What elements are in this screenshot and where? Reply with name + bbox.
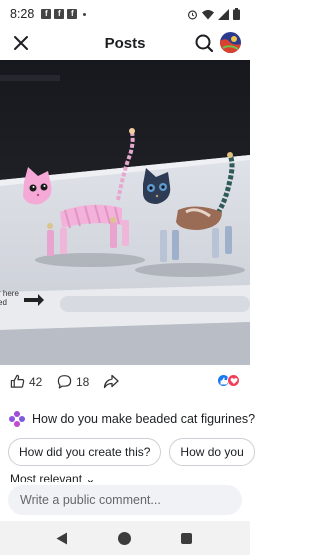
reaction-summary[interactable] [217, 374, 240, 387]
share-icon [103, 374, 119, 389]
thumbs-up-icon [10, 374, 25, 388]
suggestion-chip[interactable]: How do you [169, 438, 255, 466]
comment-count: 18 [76, 374, 90, 389]
comment-input[interactable]: Write a public comment... [8, 485, 242, 515]
suggestion-chip[interactable]: How did you create this? [8, 438, 162, 466]
status-time: 8:28 [10, 7, 35, 21]
facebook-notification-icon: f [41, 9, 52, 19]
chevron-down-icon: ⌄ [85, 472, 96, 482]
reaction-bar: 42 18 [0, 370, 250, 394]
suggestion-chips: How did you create this? How do you [8, 438, 255, 466]
system-navigation-bar [0, 521, 250, 555]
wifi-icon [202, 9, 214, 19]
like-count: 42 [29, 374, 43, 389]
share-button[interactable] [103, 374, 119, 389]
profile-avatar[interactable] [220, 32, 241, 53]
comment-sort-dropdown[interactable]: Most relevant ⌄ [10, 472, 95, 482]
love-reaction-icon [227, 374, 240, 387]
posts-header: Posts [0, 28, 250, 58]
home-icon[interactable] [118, 532, 131, 545]
ai-sparkle-icon [9, 411, 25, 427]
ai-suggested-question[interactable]: How do you make beaded cat figurines? [8, 406, 258, 432]
post-photo[interactable]: r here ed [0, 60, 250, 365]
comment-button[interactable]: 18 [57, 374, 89, 389]
comment-icon [57, 375, 72, 389]
svg-text:r here: r here [0, 289, 19, 298]
ai-question-text: How do you make beaded cat figurines? [32, 412, 256, 426]
svg-text:ed: ed [0, 298, 7, 307]
like-button[interactable]: 42 [10, 374, 42, 389]
beaded-cats-image: r here ed [0, 60, 250, 365]
avatar-image [220, 32, 241, 53]
more-notifications-icon [83, 12, 87, 16]
facebook-notification-icon: f [54, 9, 65, 19]
facebook-notification-icon: f [67, 9, 78, 19]
sort-label: Most relevant [10, 472, 83, 482]
search-icon[interactable] [194, 33, 214, 53]
alarm-icon [187, 9, 198, 19]
signal-icon [218, 8, 229, 20]
back-icon[interactable] [56, 532, 68, 545]
battery-icon [233, 8, 240, 20]
status-bar: 8:28 f f f [0, 0, 250, 28]
recent-apps-icon[interactable] [181, 533, 192, 544]
